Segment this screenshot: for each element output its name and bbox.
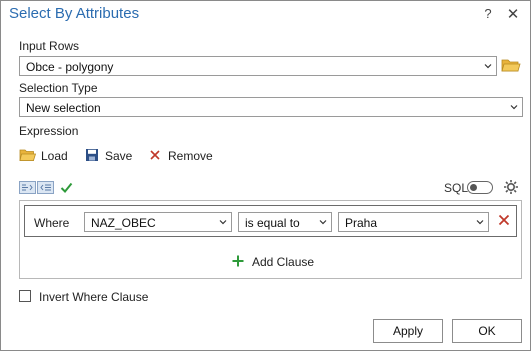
sql-toggle[interactable]	[467, 181, 493, 194]
chevron-down-icon	[319, 220, 327, 225]
title-bar: Select By Attributes ? ✕	[1, 1, 530, 31]
expression-label: Expression	[19, 124, 79, 138]
load-icon	[19, 149, 36, 161]
where-label: Where	[34, 216, 70, 230]
clause-builder-panel: Where NAZ_OBEC is equal to Praha Add Cla…	[19, 200, 522, 279]
select-by-attributes-dialog: Select By Attributes ? ✕ Input Rows Obce…	[0, 0, 531, 351]
clause-row: Where NAZ_OBEC is equal to Praha	[24, 205, 517, 237]
sql-label: SQL	[444, 181, 469, 195]
sql-mode-icon[interactable]	[37, 181, 54, 194]
load-button[interactable]: Load	[19, 147, 71, 165]
verify-check-icon[interactable]	[60, 181, 73, 194]
load-label: Load	[41, 149, 68, 163]
gear-icon[interactable]	[503, 179, 519, 195]
ok-button[interactable]: OK	[452, 319, 522, 343]
save-label: Save	[105, 149, 133, 163]
field-value: NAZ_OBEC	[91, 216, 156, 230]
save-button[interactable]: Save	[85, 147, 133, 165]
chevron-down-icon	[484, 64, 492, 69]
field-dropdown[interactable]: NAZ_OBEC	[84, 212, 232, 232]
close-button[interactable]: ✕	[505, 5, 521, 23]
browse-folder-button[interactable]	[501, 57, 523, 75]
remove-label: Remove	[168, 149, 213, 163]
help-button[interactable]: ?	[481, 6, 495, 24]
plus-icon	[232, 255, 244, 267]
remove-button[interactable]: Remove	[149, 147, 215, 165]
selection-type-label: Selection Type	[19, 81, 98, 95]
chevron-down-icon	[219, 220, 227, 225]
close-icon: ✕	[506, 6, 520, 23]
clause-value: Praha	[345, 216, 378, 230]
operator-dropdown[interactable]: is equal to	[238, 212, 332, 232]
checkbox-box[interactable]	[19, 290, 31, 302]
add-clause-label: Add Clause	[252, 255, 315, 269]
invert-where-clause-label: Invert Where Clause	[39, 290, 149, 304]
save-icon	[86, 149, 98, 161]
value-dropdown[interactable]: Praha	[338, 212, 489, 232]
operator-value: is equal to	[245, 216, 300, 230]
remove-icon	[150, 150, 160, 160]
selection-type-value: New selection	[26, 101, 101, 115]
chevron-down-icon	[476, 220, 484, 225]
clause-mode-icon[interactable]	[19, 181, 36, 194]
input-rows-dropdown[interactable]: Obce - polygony	[19, 56, 497, 76]
sql-toggle-knob	[470, 184, 477, 191]
input-rows-label: Input Rows	[19, 39, 80, 53]
folder-icon	[501, 59, 521, 72]
selection-type-dropdown[interactable]: New selection	[19, 97, 523, 117]
dialog-title: Select By Attributes	[9, 5, 140, 22]
input-rows-value: Obce - polygony	[26, 60, 114, 74]
apply-button[interactable]: Apply	[373, 319, 443, 343]
help-icon: ?	[484, 6, 492, 21]
delete-clause-icon[interactable]	[497, 212, 511, 228]
chevron-down-icon	[510, 105, 518, 110]
